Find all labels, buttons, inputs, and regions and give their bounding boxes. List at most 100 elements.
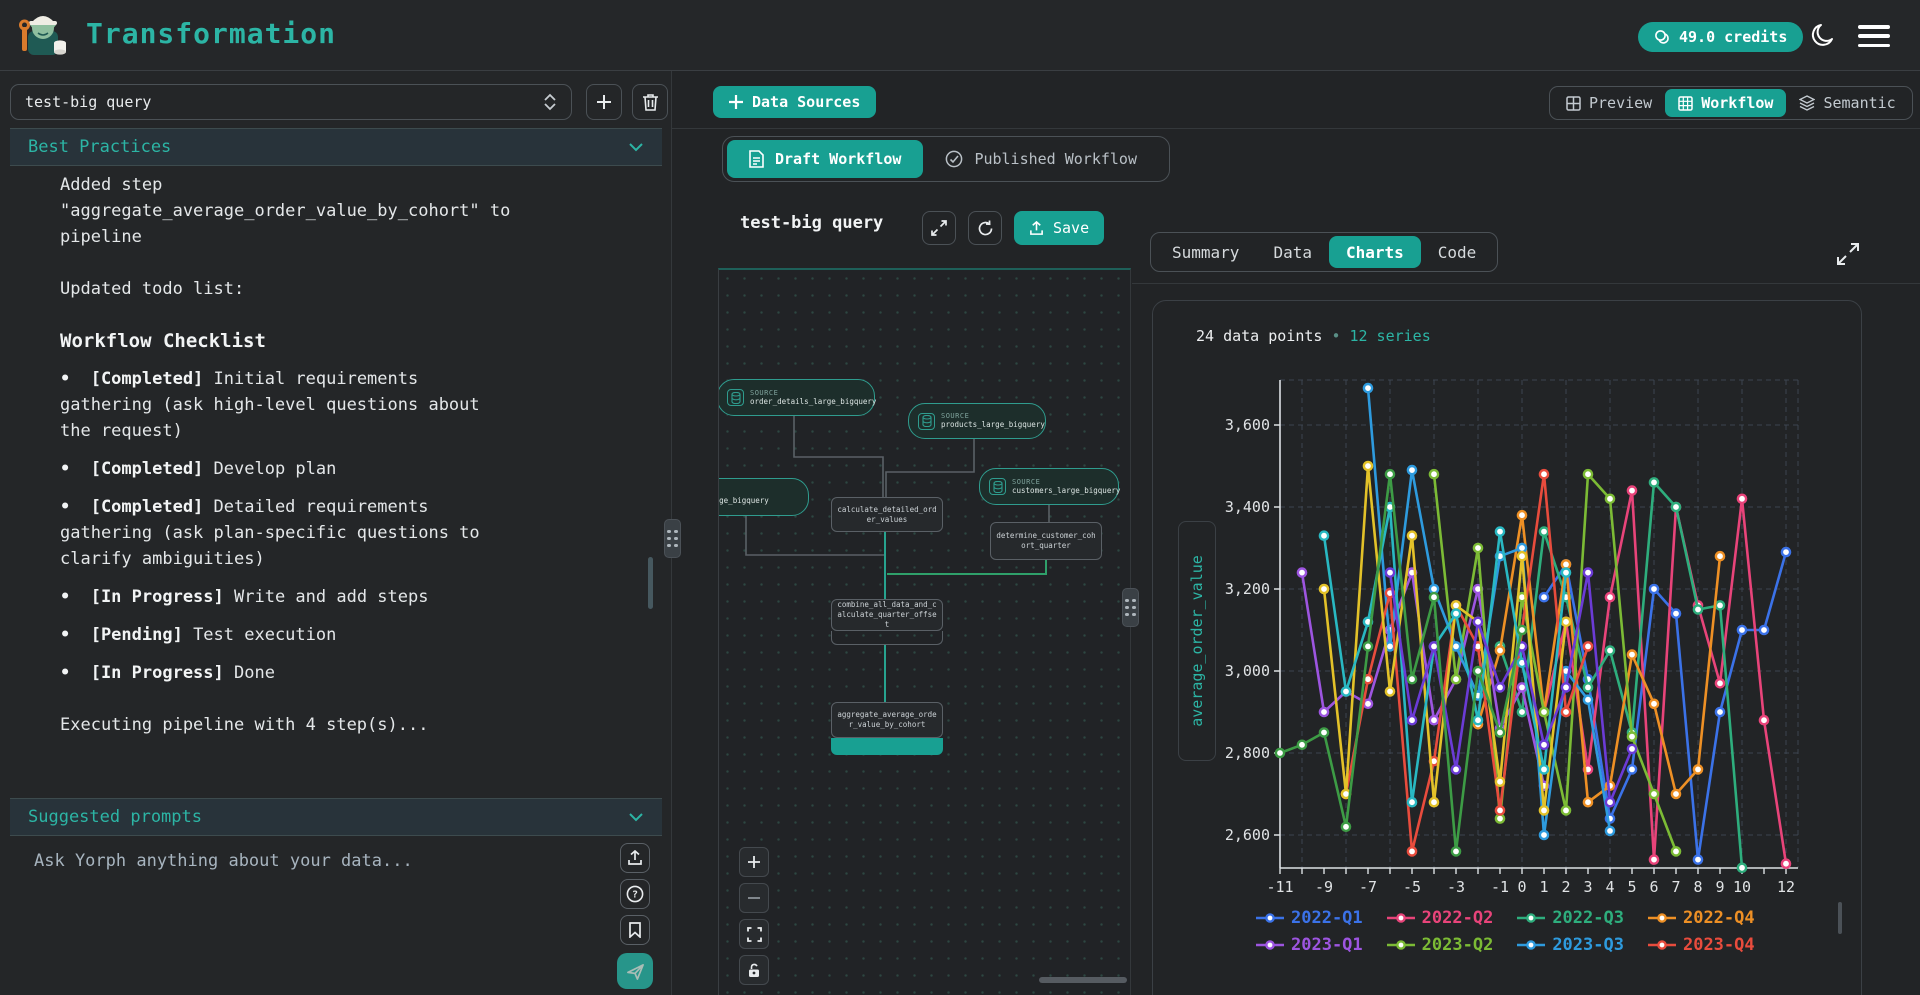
tab-workflow[interactable]: Workflow [1665, 89, 1786, 117]
workflow-node-customers[interactable]: SOURCEcustomers_large_bigquery [979, 468, 1119, 505]
lock-button[interactable] [739, 955, 769, 985]
series-line-2022-Q2 [1544, 491, 1786, 864]
hamburger-menu-icon[interactable] [1858, 25, 1890, 47]
tab-charts[interactable]: Charts [1329, 236, 1421, 268]
x-tick-label: 1 [1539, 878, 1548, 896]
database-icon [727, 389, 744, 406]
y-tick-label: 3,400 [1225, 498, 1270, 516]
send-message-button[interactable] [617, 953, 653, 989]
x-tick-label: 3 [1583, 878, 1592, 896]
canvas-title: test-big query [740, 213, 883, 233]
credits-badge[interactable]: 49.0 credits [1638, 22, 1803, 52]
app-logo-icon [16, 9, 70, 61]
x-tick-label: -1 [1491, 878, 1509, 896]
zoom-in-button[interactable] [739, 847, 769, 877]
tab-summary[interactable]: Summary [1155, 236, 1256, 268]
legend-item-2023-Q2[interactable]: 2023-Q2 [1387, 935, 1494, 955]
legend-label: 2023-Q1 [1291, 935, 1363, 955]
data-sources-button[interactable]: Data Sources [713, 86, 876, 118]
sidebar-resize-grip[interactable] [664, 519, 681, 558]
x-tick-label: 2 [1561, 878, 1570, 896]
x-tick-label: 4 [1605, 878, 1614, 896]
workflow-node-calculate[interactable]: calculate_detailed_order_values [831, 497, 943, 532]
legend-item-2023-Q3[interactable]: 2023-Q3 [1517, 935, 1624, 955]
y-tick-label: 3,200 [1225, 580, 1270, 598]
suggested-prompts-header[interactable]: Suggested prompts [10, 798, 662, 836]
help-button[interactable]: ? [620, 879, 650, 909]
tab-code[interactable]: Code [1421, 236, 1494, 268]
legend-item-2022-Q1[interactable]: 2022-Q1 [1256, 908, 1363, 928]
workflow-grid-icon [1678, 96, 1693, 111]
legend-label: 2023-Q3 [1552, 935, 1624, 955]
panel-resize-grip[interactable] [1122, 588, 1139, 627]
workflow-node-orders[interactable]: SOURCEorders_large_bigquery [718, 478, 809, 516]
chat-scrollbar-thumb[interactable] [648, 557, 653, 609]
x-tick-label: -11 [1266, 878, 1293, 896]
legend-marker-icon [1387, 912, 1415, 924]
workflow-node-combine[interactable]: combine_all_data_and_calculate_quarter_o… [831, 599, 943, 631]
y-tick-label: 2,800 [1225, 744, 1270, 762]
fit-view-button[interactable] [739, 919, 769, 949]
legend-item-2023-Q4[interactable]: 2023-Q4 [1648, 935, 1755, 955]
legend-item-2022-Q3[interactable]: 2022-Q3 [1517, 908, 1624, 928]
workflow-state-tabs: Draft Workflow Published Workflow [722, 136, 1170, 182]
tab-published-workflow[interactable]: Published Workflow [923, 140, 1159, 178]
expand-canvas-button[interactable] [922, 211, 956, 245]
legend-row: 2023-Q1 2023-Q2 2023-Q3 2023-Q4 [1256, 935, 1755, 955]
x-tick-label: 7 [1671, 878, 1680, 896]
minus-icon [747, 891, 761, 905]
tab-semantic-label: Semantic [1823, 94, 1895, 112]
legend-label: 2022-Q3 [1552, 908, 1624, 928]
zoom-out-button[interactable] [739, 883, 769, 913]
app-root: Transformation 49.0 credits test-big que… [0, 0, 1920, 995]
x-tick-label: -9 [1315, 878, 1333, 896]
checklist-item: • [In Progress] Done [60, 660, 515, 686]
chat-paragraph: Added step "aggregate_average_order_valu… [60, 172, 515, 250]
dark-mode-toggle-moon-icon[interactable] [1810, 22, 1838, 50]
legend-marker-icon [1256, 939, 1284, 951]
tab-data[interactable]: Data [1256, 236, 1329, 268]
source-tag: SOURCE [1012, 478, 1120, 486]
svg-text:?: ? [632, 890, 638, 901]
legend-item-2022-Q4[interactable]: 2022-Q4 [1648, 908, 1755, 928]
refresh-canvas-button[interactable] [968, 211, 1002, 245]
node-progress-bar [831, 738, 943, 755]
canvas-horizontal-scrollbar[interactable] [1039, 977, 1127, 983]
workflow-node-determine[interactable]: determine_customer_cohort_quarter [990, 522, 1102, 560]
fullscreen-icon[interactable] [1836, 242, 1860, 266]
pipeline-select[interactable]: test-big query [10, 84, 572, 120]
chevron-down-icon [628, 142, 644, 152]
upload-attachment-button[interactable] [620, 843, 650, 873]
y-tick-label: 3,600 [1225, 416, 1270, 434]
best-practices-header[interactable]: Best Practices [10, 128, 662, 166]
bookmark-button[interactable] [620, 915, 650, 945]
credits-label: 49.0 credits [1679, 28, 1787, 46]
app-title: Transformation [86, 17, 336, 50]
workflow-node-order_details[interactable]: SOURCEorder_details_large_bigquery [718, 379, 875, 416]
tab-draft-workflow-label: Draft Workflow [775, 150, 901, 168]
database-icon [989, 478, 1006, 495]
legend-item-2023-Q1[interactable]: 2023-Q1 [1256, 935, 1363, 955]
tab-preview[interactable]: Preview [1553, 89, 1665, 117]
expand-icon [931, 220, 947, 236]
workflow-node-aggregate[interactable]: aggregate_average_order_value_by_cohort [831, 702, 943, 738]
save-workflow-button[interactable]: Save [1014, 211, 1104, 245]
add-pipeline-button[interactable] [586, 84, 622, 120]
help-icon: ? [626, 885, 644, 903]
x-tick-label: -3 [1447, 878, 1465, 896]
legend-item-2022-Q2[interactable]: 2022-Q2 [1387, 908, 1494, 928]
legend-scrollbar-thumb[interactable] [1838, 902, 1842, 934]
legend-marker-icon [1517, 939, 1545, 951]
source-tag: SOURCE [750, 389, 876, 397]
checklist-item: • [Pending] Test execution [60, 622, 515, 648]
legend-marker-icon [1256, 912, 1284, 924]
workflow-node-products[interactable]: SOURCEproducts_large_bigquery [908, 403, 1046, 439]
workflow-canvas[interactable]: SOURCEorders_large_bigquery SOURCEorder_d… [718, 268, 1131, 995]
tab-semantic[interactable]: Semantic [1786, 89, 1908, 117]
tab-draft-workflow[interactable]: Draft Workflow [727, 140, 923, 178]
delete-pipeline-button[interactable] [632, 84, 668, 120]
chat-input[interactable]: Ask Yorph anything about your data... [34, 851, 594, 871]
assistant-chat-log: Added step "aggregate_average_order_valu… [10, 166, 540, 791]
plus-icon [747, 855, 761, 869]
tab-charts-label: Charts [1346, 243, 1404, 262]
